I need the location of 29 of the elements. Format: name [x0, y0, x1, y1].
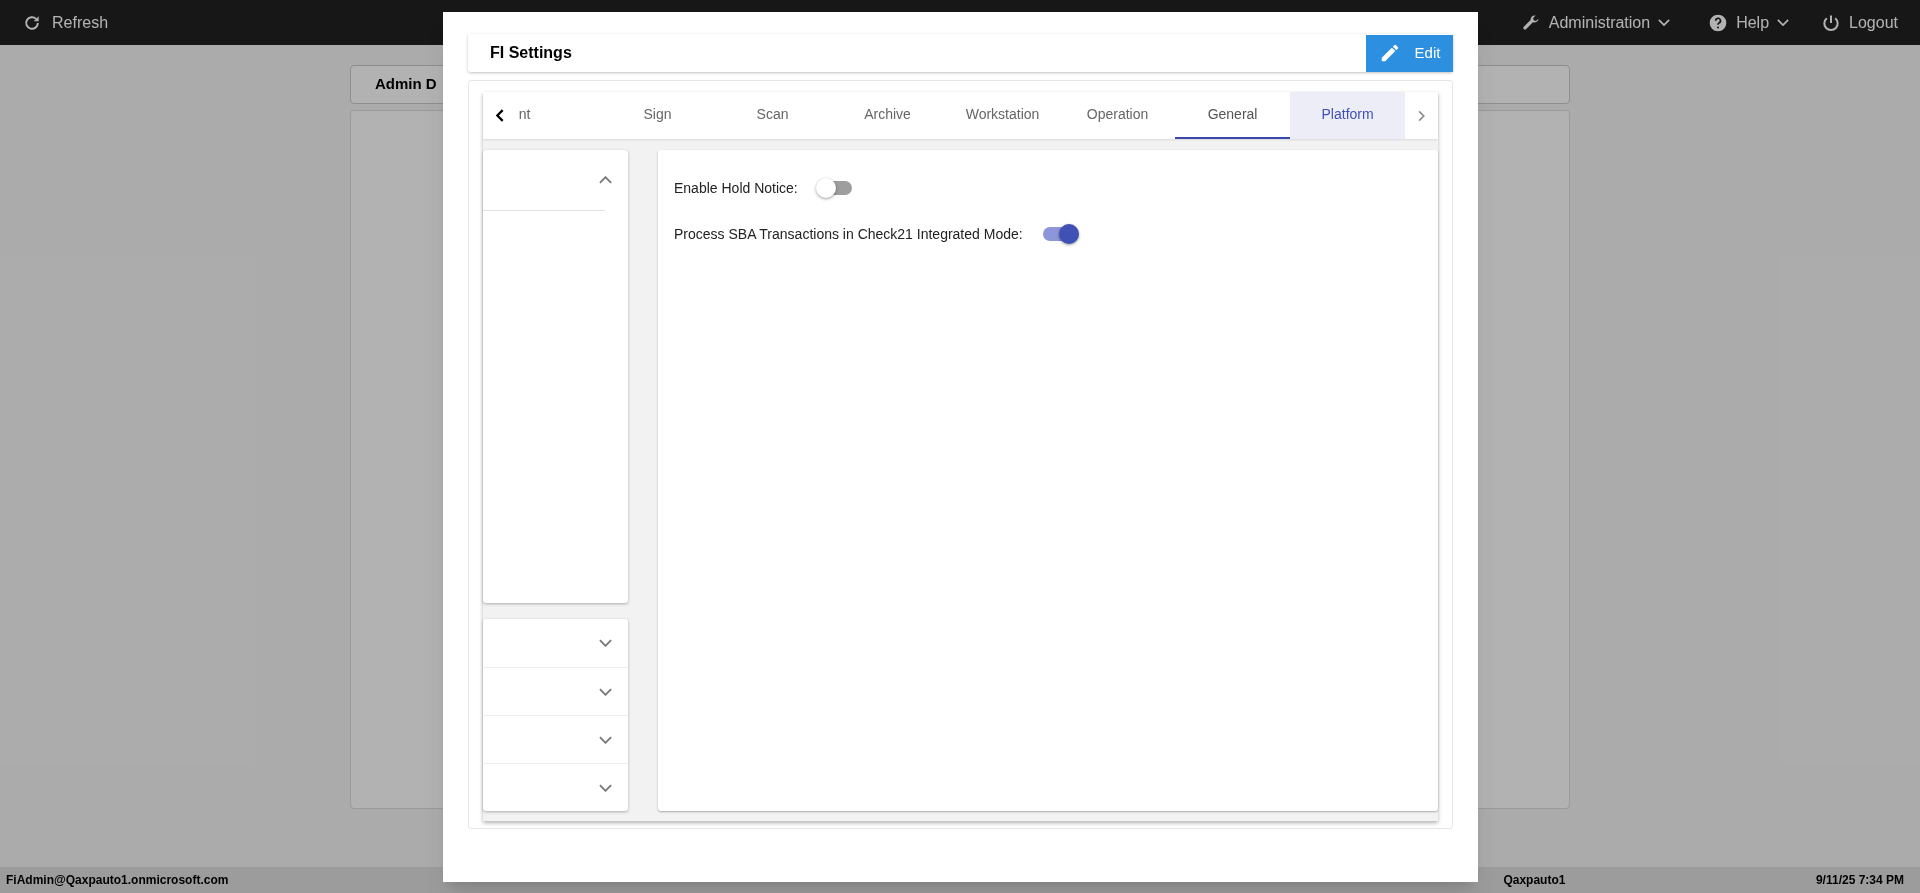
chevron-right-icon: [1418, 109, 1425, 122]
menu-button[interactable]: Administration: [1520, 10, 1671, 35]
chevron-left-icon: [496, 109, 505, 122]
setting-label: Process SBA Transactions in Check21 Integrated Mode:: [674, 224, 1023, 244]
chevron-up-icon: [599, 176, 612, 184]
fi-name: Qaxpauto1: [1503, 872, 1566, 889]
dialog-title: FI Settings: [490, 43, 572, 63]
setting-label: Enable Hold Notice:: [674, 178, 798, 198]
tab[interactable]: Workstation: [945, 92, 1061, 139]
date-time: 9/11/25 7:34 PM: [1815, 872, 1904, 889]
edit-button[interactable]: Edit: [1366, 34, 1453, 72]
help-icon: [1708, 12, 1729, 33]
tab[interactable]: nt: [517, 92, 600, 139]
wrench-icon: [1520, 12, 1541, 33]
refresh-button[interactable]: Refresh: [22, 10, 109, 35]
toggle-switch[interactable]: [815, 176, 854, 200]
tab[interactable]: Scan: [715, 92, 830, 139]
tab[interactable]: Archive: [830, 92, 946, 139]
chevron-down-icon: [599, 783, 612, 792]
card-title: Admin D: [375, 74, 437, 95]
menu-button[interactable]: Help: [1708, 10, 1790, 35]
chevron-down-icon: [599, 687, 612, 696]
chevron-down-icon: [599, 735, 612, 744]
tab[interactable]: Platform: [1290, 92, 1406, 139]
menu-button[interactable]: Logout: [1821, 10, 1898, 35]
user-email: FiAdmin@Qaxpauto1.onmicrosoft.com: [6, 872, 229, 889]
chevron-down-icon: [599, 639, 612, 647]
tab[interactable]: Operation: [1060, 92, 1176, 139]
tab[interactable]: Sign: [600, 92, 715, 139]
